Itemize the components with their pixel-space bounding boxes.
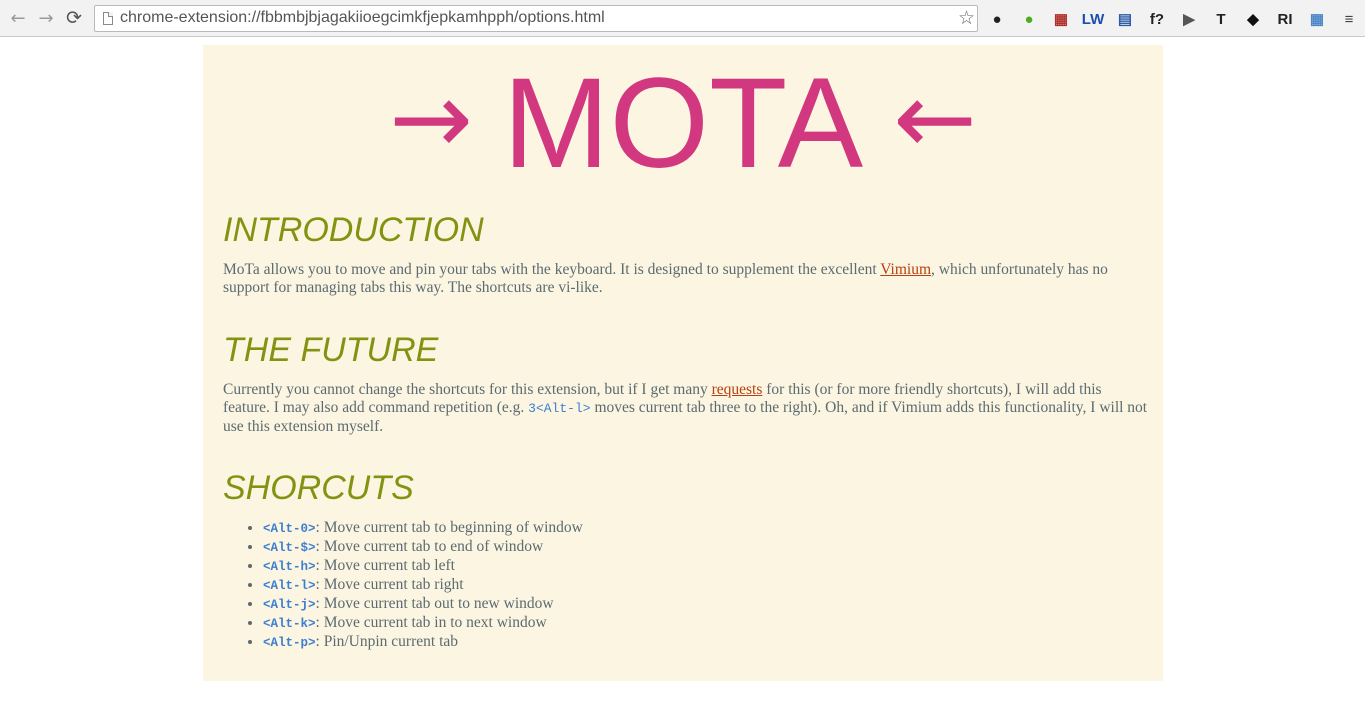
shortcuts-heading: SHORCUTS bbox=[223, 469, 414, 507]
repetition-example-code: 3<Alt-l> bbox=[528, 401, 591, 416]
shortcut-description: : Move current tab in to next window bbox=[315, 614, 547, 631]
future-text: Currently you cannot change the shortcut… bbox=[223, 381, 1148, 436]
shortcut-description: : Move current tab left bbox=[315, 557, 455, 574]
right-arrow-icon: → bbox=[389, 59, 473, 177]
left-arrow-icon: ← bbox=[893, 59, 977, 177]
calculator-icon[interactable]: ▤ bbox=[1115, 9, 1135, 29]
shortcut-item: <Alt-h>: Move current tab left bbox=[263, 557, 583, 576]
shortcut-description: : Move current tab right bbox=[315, 576, 464, 593]
url-text[interactable]: chrome-extension://fbbmbjbjagakiioegcimk… bbox=[120, 9, 605, 27]
reload-button[interactable]: ⟳ bbox=[64, 7, 84, 29]
shortcut-item: <Alt-$>: Move current tab to end of wind… bbox=[263, 538, 583, 557]
address-bar[interactable]: chrome-extension://fbbmbjbjagakiioegcimk… bbox=[94, 5, 978, 32]
shortcut-item: <Alt-k>: Move current tab in to next win… bbox=[263, 614, 583, 633]
shortcut-key: <Alt-$> bbox=[263, 541, 316, 555]
introduction-heading: INTRODUCTION bbox=[223, 211, 484, 249]
shortcut-key: <Alt-h> bbox=[263, 560, 316, 574]
mota-logo: → MOTA ← bbox=[203, 59, 1163, 189]
font-question-icon[interactable]: f? bbox=[1147, 9, 1167, 29]
forward-button[interactable]: → bbox=[36, 8, 56, 29]
ri-icon[interactable]: RI bbox=[1275, 9, 1295, 29]
menu-icon[interactable]: ≡ bbox=[1339, 9, 1359, 29]
shortcut-description: : Move current tab out to new window bbox=[315, 595, 554, 612]
page-icon bbox=[103, 12, 113, 25]
grid-badge-icon[interactable]: ▦ bbox=[1051, 9, 1071, 29]
shortcut-item: <Alt-0>: Move current tab to beginning o… bbox=[263, 519, 583, 538]
green-ball-icon[interactable]: ● bbox=[1019, 9, 1039, 29]
vimium-link[interactable]: Vimium bbox=[880, 261, 931, 278]
shortcut-key: <Alt-p> bbox=[263, 636, 316, 650]
shortcut-key: <Alt-l> bbox=[263, 579, 316, 593]
shortcut-item: <Alt-l>: Move current tab right bbox=[263, 576, 583, 595]
intro-text-part: MoTa allows you to move and pin your tab… bbox=[223, 261, 881, 278]
requests-link[interactable]: requests bbox=[712, 381, 763, 398]
shortcut-item: <Alt-p>: Pin/Unpin current tab bbox=[263, 633, 583, 652]
shortcut-key: <Alt-k> bbox=[263, 617, 316, 631]
t-icon[interactable]: T bbox=[1211, 9, 1231, 29]
shortcut-key: <Alt-0> bbox=[263, 522, 316, 536]
colorpicker-icon[interactable]: ● bbox=[987, 9, 1007, 29]
shortcut-description: : Move current tab to beginning of windo… bbox=[315, 519, 583, 536]
shortcut-description: : Pin/Unpin current tab bbox=[315, 633, 459, 650]
back-button[interactable]: ← bbox=[8, 8, 28, 29]
window-grid-icon[interactable]: ▦ bbox=[1307, 9, 1327, 29]
cat-icon[interactable]: ◆ bbox=[1243, 9, 1263, 29]
browser-toolbar: ← → ⟳ chrome-extension://fbbmbjbjagakiio… bbox=[0, 0, 1365, 37]
options-page: → MOTA ← INTRODUCTION MoTa allows you to m… bbox=[203, 45, 1163, 681]
shortcut-list: <Alt-0>: Move current tab to beginning o… bbox=[223, 519, 583, 652]
play-icon[interactable]: ▶ bbox=[1179, 9, 1199, 29]
lw-icon[interactable]: LW bbox=[1082, 9, 1105, 29]
shortcut-item: <Alt-j>: Move current tab out to new win… bbox=[263, 595, 583, 614]
shortcut-description: : Move current tab to end of window bbox=[315, 538, 544, 555]
logo-text: MOTA bbox=[502, 52, 864, 195]
future-heading: THE FUTURE bbox=[223, 331, 439, 369]
bookmark-star-icon[interactable]: ☆ bbox=[958, 7, 975, 29]
introduction-text: MoTa allows you to move and pin your tab… bbox=[223, 261, 1148, 297]
future-text-part: Currently you cannot change the shortcut… bbox=[223, 381, 712, 398]
shortcut-key: <Alt-j> bbox=[263, 598, 316, 612]
